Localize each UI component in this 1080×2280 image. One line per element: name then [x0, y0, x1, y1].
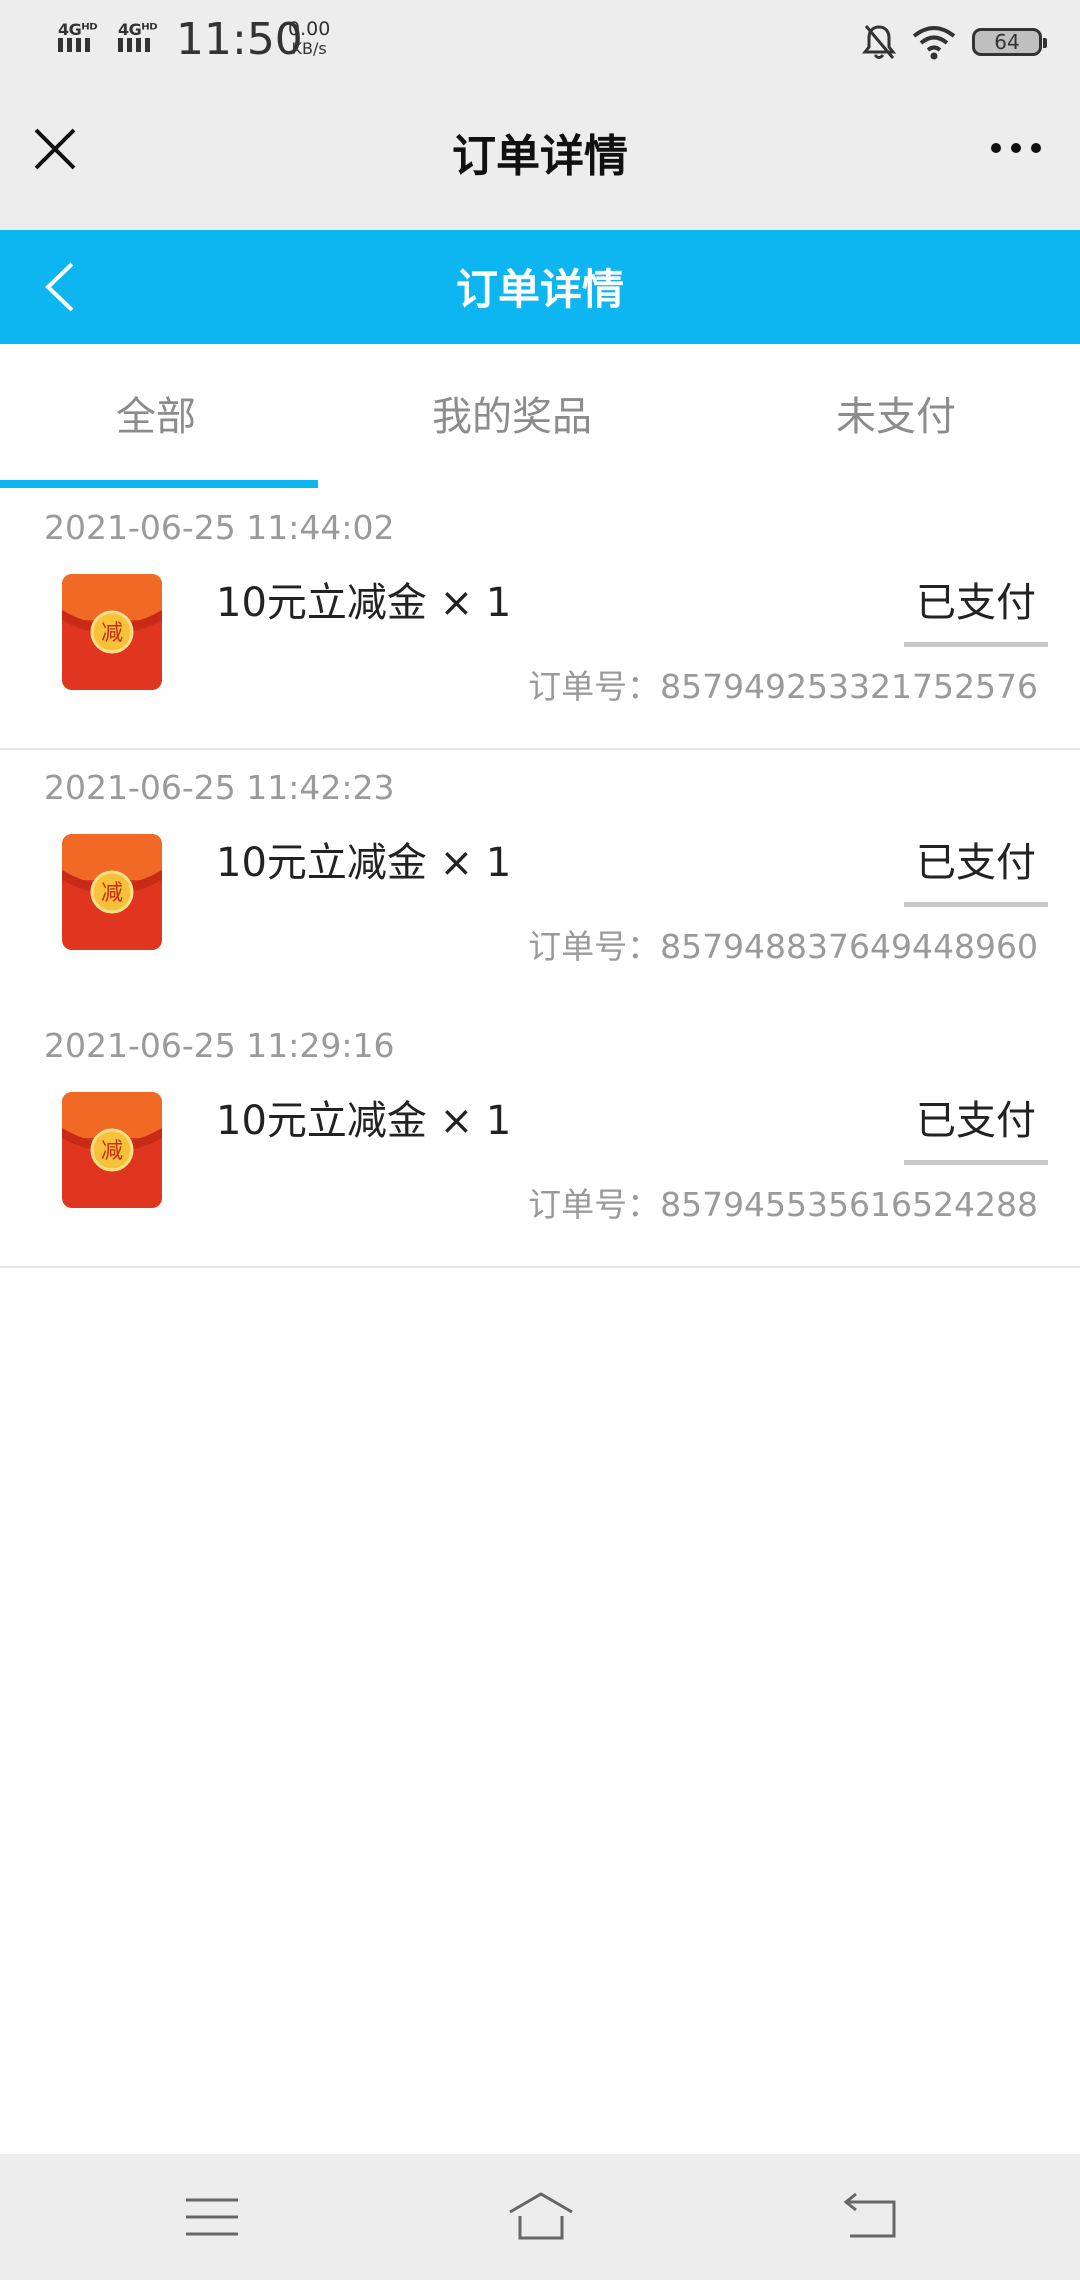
return-icon[interactable] [840, 2190, 900, 2244]
battery-indicator: 64 [972, 28, 1047, 56]
network-type-label: 4Gᴴᴰ [58, 20, 98, 39]
network-speed-value: 0.00 [288, 18, 331, 40]
tab-my-prizes[interactable]: 我的奖品 [432, 384, 592, 442]
title-bar: 订单详情 [0, 80, 1080, 230]
status-badge: 已支付 [904, 830, 1048, 907]
order-date: 2021-06-25 11:29:16 [44, 1026, 395, 1065]
app-header: 订单详情 [0, 230, 1080, 344]
signal-bars-icon [118, 38, 150, 52]
battery-level: 64 [994, 30, 1020, 54]
svg-text:减: 减 [101, 621, 123, 646]
network-type-label: 4Gᴴᴰ [118, 20, 158, 39]
red-envelope-icon: 减 [62, 574, 162, 690]
more-icon[interactable] [988, 136, 1044, 160]
status-badge: 已支付 [904, 1088, 1048, 1165]
prize-name: 10元立减金 × 1 [216, 580, 512, 626]
wifi-icon [912, 26, 956, 60]
signal-bars-icon [58, 38, 90, 52]
tab-active-indicator [0, 480, 318, 488]
order-number: 订单号：857948837649448960 [528, 927, 1038, 966]
network-speed-unit: KB/s [291, 39, 327, 58]
order-item[interactable]: 2021-06-25 11:42:23 减 10元立减金 × 1 已支付 订单号… [0, 750, 1080, 1010]
tab-all[interactable]: 全部 [116, 384, 196, 442]
status-badge: 已支付 [904, 570, 1048, 647]
menu-icon[interactable] [182, 2190, 242, 2244]
mute-bell-icon [862, 25, 896, 59]
svg-text:减: 减 [101, 1139, 123, 1164]
svg-text:减: 减 [101, 881, 123, 906]
status-right-group: 64 [862, 20, 1047, 64]
status-bar: 4Gᴴᴰ 4Gᴴᴰ 11:50 0.00 KB/s 64 [0, 0, 1080, 80]
order-item[interactable]: 2021-06-25 11:44:02 减 10元立减金 × 1 已支付 订单号… [0, 490, 1080, 750]
order-date: 2021-06-25 11:44:02 [44, 508, 395, 547]
order-number: 订单号：857945535616524288 [528, 1185, 1038, 1224]
page-title: 订单详情 [452, 131, 628, 182]
red-envelope-icon: 减 [62, 834, 162, 950]
tab-bar: 全部 我的奖品 未支付 [0, 344, 1080, 488]
red-envelope-icon: 减 [62, 1092, 162, 1208]
order-item[interactable]: 2021-06-25 11:29:16 减 10元立减金 × 1 已支付 订单号… [0, 1008, 1080, 1268]
status-time: 11:50 [176, 14, 303, 65]
prize-name: 10元立减金 × 1 [216, 840, 512, 886]
order-date: 2021-06-25 11:42:23 [44, 768, 395, 807]
home-icon[interactable] [506, 2190, 576, 2244]
system-nav-bar [0, 2154, 1080, 2280]
tab-unpaid[interactable]: 未支付 [836, 384, 956, 442]
header-title: 订单详情 [455, 265, 624, 314]
prize-name: 10元立减金 × 1 [216, 1098, 512, 1144]
order-number: 订单号：857949253321752576 [528, 667, 1038, 706]
network-speed: 0.00 KB/s [288, 18, 331, 59]
